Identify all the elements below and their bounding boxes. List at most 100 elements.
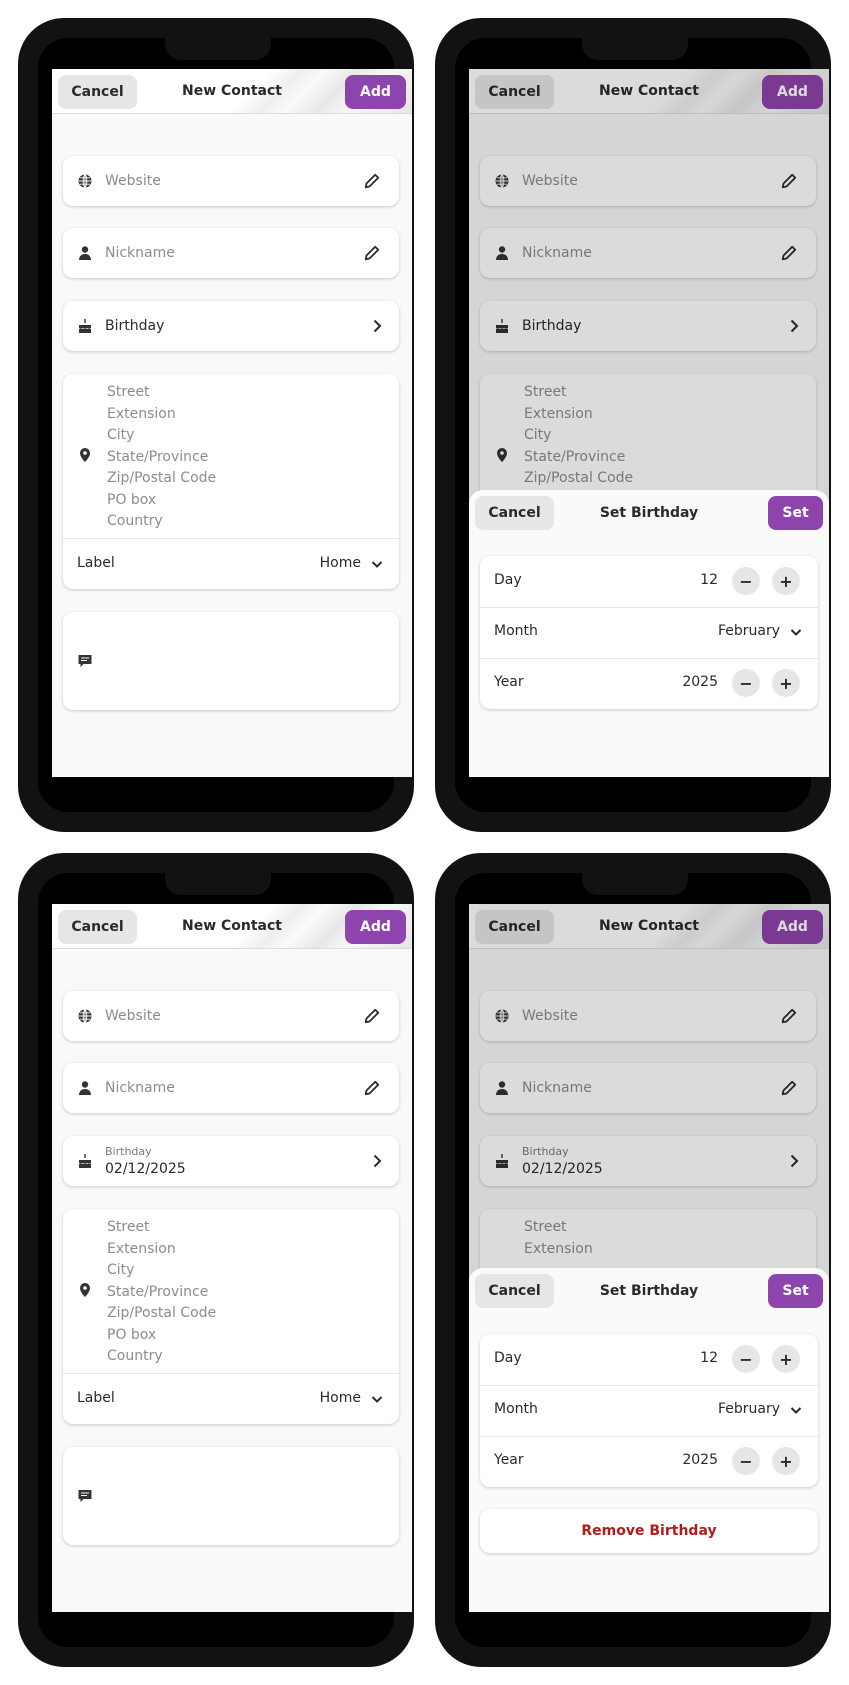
year-row: Year 2025 − + <box>480 658 818 709</box>
plus-icon: + <box>779 673 793 693</box>
street-field[interactable]: Street <box>107 384 150 400</box>
add-button[interactable]: Add <box>345 910 406 944</box>
address-label-dropdown[interactable]: Home <box>320 1390 361 1406</box>
phone-frame: Cancel New Contact Add Website Nickname … <box>16 851 416 1669</box>
zip-field[interactable]: Zip/Postal Code <box>107 470 216 486</box>
plus-icon: + <box>779 1451 793 1471</box>
nickname-placeholder: Nickname <box>105 1080 175 1096</box>
po-box-field[interactable]: PO box <box>107 1327 156 1343</box>
po-box-field[interactable]: PO box <box>107 492 156 508</box>
add-button[interactable]: Add <box>345 75 406 109</box>
chevron-down-icon[interactable] <box>788 624 804 640</box>
year-row: Year 2025 − + <box>480 1436 818 1487</box>
pencil-icon[interactable] <box>359 168 385 194</box>
new-contact-screen: Cancel New Contact Add Website Nickname … <box>469 904 829 1612</box>
chevron-down-icon[interactable] <box>369 1391 385 1407</box>
day-decrement-button[interactable]: − <box>732 1345 760 1373</box>
note-icon <box>77 653 93 669</box>
nickname-field[interactable]: Nickname <box>63 228 399 278</box>
set-button[interactable]: Set <box>768 496 823 530</box>
phone-notch <box>165 30 271 60</box>
day-increment-button[interactable]: + <box>772 1345 800 1373</box>
website-placeholder: Website <box>105 1008 161 1024</box>
chevron-down-icon[interactable] <box>788 1402 804 1418</box>
day-row: Day 12 − + <box>480 556 818 607</box>
phone-notch <box>582 865 688 895</box>
nickname-placeholder: Nickname <box>105 245 175 261</box>
month-dropdown[interactable]: February <box>718 1401 780 1417</box>
extension-field[interactable]: Extension <box>107 406 176 422</box>
address-label-caption: Label <box>77 555 115 571</box>
phone-frame: Cancel New Contact Add Website Nickname … <box>16 16 416 834</box>
country-field[interactable]: Country <box>107 513 163 529</box>
address-card: Street Extension City State/Province Zip… <box>63 374 399 589</box>
set-birthday-sheet: Cancel Set Birthday Set Day 12 − + Month… <box>469 490 829 777</box>
year-decrement-button[interactable]: − <box>732 1447 760 1475</box>
city-field[interactable]: City <box>107 427 134 443</box>
pencil-icon[interactable] <box>359 1003 385 1029</box>
address-label-dropdown[interactable]: Home <box>320 555 361 571</box>
state-field[interactable]: State/Province <box>107 1284 208 1300</box>
year-increment-button[interactable]: + <box>772 1447 800 1475</box>
state-field[interactable]: State/Province <box>107 449 208 465</box>
new-contact-screen: Cancel New Contact Add Website Nickname … <box>52 904 412 1612</box>
year-label: Year <box>494 674 524 690</box>
notes-card[interactable] <box>63 612 399 710</box>
year-increment-button[interactable]: + <box>772 669 800 697</box>
birthday-value: 02/12/2025 <box>105 1161 186 1177</box>
month-row[interactable]: Month February <box>480 607 818 658</box>
divider <box>63 1373 399 1374</box>
location-pin-icon <box>77 1282 93 1298</box>
remove-birthday-button[interactable]: Remove Birthday <box>480 1509 818 1553</box>
street-field[interactable]: Street <box>107 1219 150 1235</box>
website-field[interactable]: Website <box>63 156 399 206</box>
set-button[interactable]: Set <box>768 1274 823 1308</box>
chevron-right-icon <box>369 318 385 334</box>
globe-icon <box>77 173 93 189</box>
city-field[interactable]: City <box>107 1262 134 1278</box>
month-dropdown[interactable]: February <box>718 623 780 639</box>
address-label-caption: Label <box>77 1390 115 1406</box>
birthday-row[interactable]: Birthday <box>63 301 399 351</box>
minus-icon: − <box>739 1349 753 1369</box>
phone-frame: Cancel New Contact Add Website Nickname … <box>433 851 833 1669</box>
country-field[interactable]: Country <box>107 1348 163 1364</box>
divider <box>63 538 399 539</box>
person-icon <box>77 1080 93 1096</box>
year-label: Year <box>494 1452 524 1468</box>
day-value: 12 <box>700 572 718 588</box>
day-increment-button[interactable]: + <box>772 567 800 595</box>
phone-notch <box>582 30 688 60</box>
new-contact-screen: Cancel New Contact Add Website Nickname … <box>469 69 829 777</box>
birthday-row[interactable]: Birthday 02/12/2025 <box>63 1136 399 1186</box>
pencil-icon[interactable] <box>359 240 385 266</box>
headerbar: Cancel New Contact Add <box>52 69 412 114</box>
year-decrement-button[interactable]: − <box>732 669 760 697</box>
location-pin-icon <box>77 447 93 463</box>
year-value: 2025 <box>682 1452 718 1468</box>
month-row[interactable]: Month February <box>480 1385 818 1436</box>
year-value: 2025 <box>682 674 718 690</box>
cake-icon <box>77 318 93 334</box>
notes-card[interactable] <box>63 1447 399 1545</box>
zip-field[interactable]: Zip/Postal Code <box>107 1305 216 1321</box>
new-contact-screen: Cancel New Contact Add Website Nickname … <box>52 69 412 777</box>
chevron-down-icon[interactable] <box>369 556 385 572</box>
globe-icon <box>77 1008 93 1024</box>
nickname-field[interactable]: Nickname <box>63 1063 399 1113</box>
minus-icon: − <box>739 571 753 591</box>
cancel-button[interactable]: Cancel <box>58 75 137 109</box>
pencil-icon[interactable] <box>359 1075 385 1101</box>
birthday-picker-card: Day 12 − + Month February Year 2025 − + <box>480 556 818 709</box>
phone-notch <box>165 865 271 895</box>
chevron-right-icon <box>369 1153 385 1169</box>
minus-icon: − <box>739 673 753 693</box>
person-icon <box>77 245 93 261</box>
day-decrement-button[interactable]: − <box>732 567 760 595</box>
website-field[interactable]: Website <box>63 991 399 1041</box>
extension-field[interactable]: Extension <box>107 1241 176 1257</box>
month-label: Month <box>494 623 538 639</box>
phone-frame: Cancel New Contact Add Website Nickname … <box>433 16 833 834</box>
minus-icon: − <box>739 1451 753 1471</box>
cancel-button[interactable]: Cancel <box>58 910 137 944</box>
